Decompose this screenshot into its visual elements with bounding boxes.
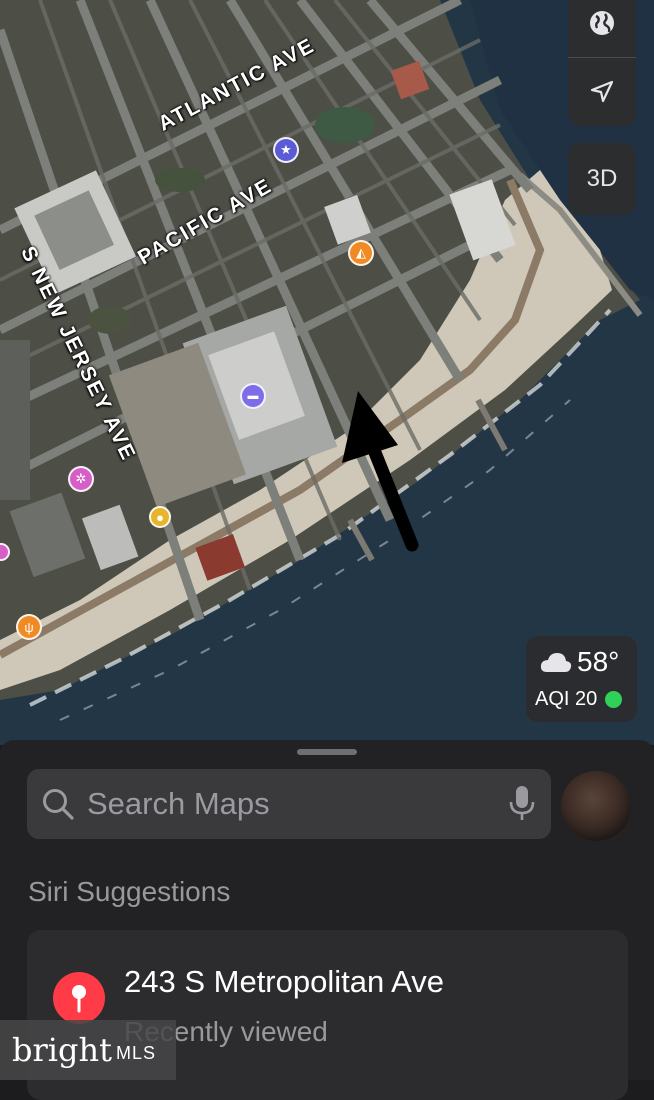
3d-label: 3D (586, 165, 618, 192)
search-icon (43, 789, 74, 820)
pizza-icon[interactable]: ◭ (348, 240, 374, 266)
profile-avatar[interactable] (561, 771, 631, 841)
temperature-value: 58° (577, 646, 620, 677)
weather-widget[interactable]: 58° AQI 20 (526, 636, 637, 722)
pin-icon (53, 972, 105, 1024)
attraction-icon[interactable]: ● (149, 506, 171, 528)
aqi-label: AQI 20 (535, 688, 598, 710)
watermark-suffix: MLS (115, 1042, 156, 1063)
cloud-icon (540, 653, 572, 672)
3d-toggle-button[interactable]: 3D (568, 143, 636, 215)
watermark-brand: bright (12, 1031, 112, 1069)
ferris-wheel-icon[interactable]: ✲ (68, 466, 94, 492)
location-arrow-icon[interactable] (568, 58, 636, 126)
section-title: Siri Suggestions (28, 876, 231, 907)
microphone-icon[interactable] (509, 785, 535, 823)
map-controls-panel (568, 0, 636, 126)
aqi-status-dot (605, 691, 623, 708)
search-input[interactable] (85, 773, 509, 835)
suggestion-title: 243 S Metropolitan Ave (124, 964, 444, 999)
landmark-star-icon[interactable]: ★ (273, 137, 299, 163)
sheet-grabber-handle[interactable] (297, 749, 357, 755)
hotel-bed-icon[interactable]: ▬ (240, 383, 266, 409)
bright-mls-watermark: bright MLS (0, 1020, 176, 1080)
search-bar[interactable] (27, 769, 551, 839)
restaurant-fork-knife-icon[interactable]: ψ (16, 614, 42, 640)
annotation-arrow-icon (342, 391, 419, 552)
globe-icon[interactable] (568, 0, 636, 57)
satellite-map[interactable]: ATLANTIC AVE PACIFIC AVE S NEW JERSEY AV… (0, 0, 654, 745)
